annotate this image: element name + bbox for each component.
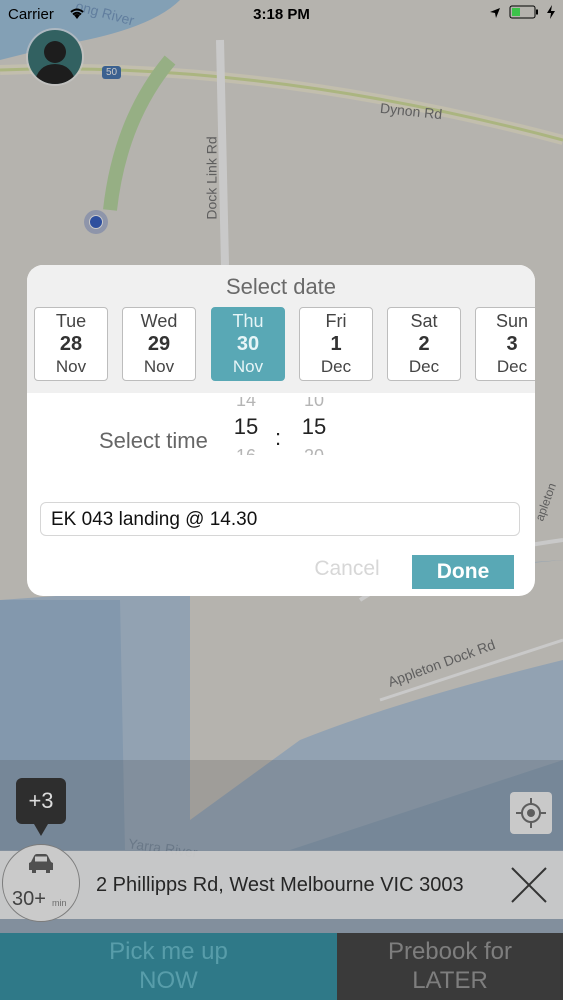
charging-icon — [547, 5, 555, 23]
battery-icon — [509, 5, 539, 23]
date-day: 3 — [506, 333, 518, 355]
date-month: Dec — [408, 357, 440, 376]
time-selector: Select time 14 15 16 : 10 15 20 — [27, 393, 535, 483]
minute-current: 15 — [301, 414, 327, 439]
booking-note-field[interactable]: EK 043 landing @ 14.30 — [40, 502, 520, 536]
date-month: Nov — [55, 357, 87, 376]
date-weekday: Fri — [325, 311, 347, 331]
now-button-line1: Pick me up — [109, 938, 228, 965]
eta-unit: min — [52, 898, 67, 908]
status-time: 3:18 PM — [253, 6, 310, 23]
now-button-line2: NOW — [139, 967, 198, 994]
minute-next: 20 — [294, 443, 334, 455]
car-icon — [29, 854, 53, 873]
later-button-line1: Prebook for — [387, 938, 513, 965]
date-month: Nov — [143, 357, 175, 376]
date-day: 1 — [330, 333, 342, 355]
eta-value: 30+ — [12, 888, 46, 910]
status-bar: Carrier 3:18 PM — [0, 0, 563, 30]
date-day: 2 — [418, 333, 430, 355]
recenter-location-button[interactable] — [510, 792, 552, 834]
status-right-group — [489, 5, 555, 23]
time-label: Select time — [99, 428, 208, 453]
date-weekday: Thu — [232, 311, 264, 331]
crosshair-icon — [516, 798, 546, 828]
schedule-dialog: Select date Tue 28 Nov Wed 29 Nov Thu 30… — [27, 265, 535, 596]
hour-picker[interactable]: 14 15 16 — [226, 397, 266, 455]
date-weekday: Tue — [55, 311, 87, 331]
later-button-line2: LATER — [412, 967, 488, 994]
hour-current: 15 — [233, 414, 259, 439]
pick-me-up-now-button[interactable]: Pick me up NOW — [0, 933, 337, 1000]
hour-previous: 14 — [235, 397, 257, 410]
date-option[interactable]: Sun 3 Dec — [475, 307, 535, 381]
date-day: 29 — [147, 333, 171, 355]
date-weekday: Sun — [495, 311, 529, 331]
cancel-button[interactable]: Cancel — [297, 557, 397, 581]
nearby-cars-badge[interactable]: +3 — [16, 778, 66, 836]
date-option[interactable]: Fri 1 Dec — [299, 307, 373, 381]
time-separator: : — [275, 425, 282, 450]
dialog-title: Select date — [225, 274, 337, 299]
clear-address-button[interactable] — [510, 866, 548, 904]
date-option[interactable]: Tue 28 Nov — [34, 307, 108, 381]
date-option-selected[interactable]: Thu 30 Nov — [211, 307, 285, 381]
prebook-later-button[interactable]: Prebook for LATER — [337, 933, 563, 1000]
close-icon — [511, 867, 547, 903]
pickup-address: 2 Phillipps Rd, West Melbourne VIC 3003 — [96, 874, 464, 896]
minute-previous: 10 — [303, 397, 325, 410]
date-month: Nov — [232, 357, 264, 376]
hour-next: 16 — [226, 443, 266, 455]
date-weekday: Sat — [410, 311, 438, 331]
minute-picker[interactable]: 10 15 20 — [294, 397, 334, 455]
date-day: 28 — [59, 333, 83, 355]
done-button[interactable]: Done — [412, 555, 514, 589]
date-weekday: Wed — [140, 311, 178, 331]
date-selector-header: Select date Tue 28 Nov Wed 29 Nov Thu 30… — [27, 265, 535, 393]
location-arrow-icon — [489, 6, 501, 23]
date-option[interactable]: Sat 2 Dec — [387, 307, 461, 381]
date-day: 30 — [236, 333, 260, 355]
date-month: Dec — [496, 357, 528, 376]
date-month: Dec — [320, 357, 352, 376]
date-option[interactable]: Wed 29 Nov — [122, 307, 196, 381]
